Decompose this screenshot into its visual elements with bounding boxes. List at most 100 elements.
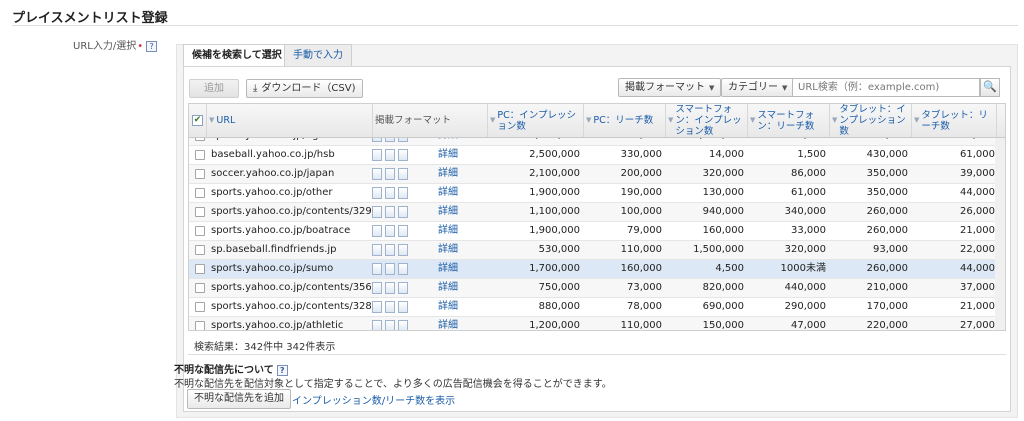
table-row[interactable]: sports.yahoo.co.jp/boatrace 詳細 1,900,000 79… <box>189 222 1005 241</box>
search-icon: 🔍 <box>983 80 997 93</box>
tab-impr-cell: 210,000 <box>866 282 908 293</box>
row-checkbox[interactable] <box>195 188 205 198</box>
text-ad-icon <box>372 206 382 218</box>
add-unknown-placements-button[interactable]: 不明な配信先を追加 <box>187 389 291 409</box>
detail-link[interactable]: 詳細 <box>438 146 478 164</box>
format-icons <box>372 301 408 313</box>
detail-link[interactable]: 詳細 <box>438 222 478 240</box>
row-checkbox[interactable] <box>195 226 205 236</box>
image-ad-icon <box>385 282 395 294</box>
add-button[interactable]: 追加 <box>189 79 239 98</box>
text-ad-icon <box>372 282 382 294</box>
tab-manual-input[interactable]: 手動で入力 <box>284 44 352 66</box>
pc-impr-cell: 1,200,000 <box>529 320 580 331</box>
col-tablet-reach-label: タブレット：リーチ数 <box>921 109 988 132</box>
col-pc-reach[interactable]: ▼ PC：リーチ数 <box>584 104 666 137</box>
row-checkbox[interactable] <box>195 283 205 293</box>
sp-reach-cell: 61,000 <box>791 187 826 198</box>
sort-icon: ▼ <box>750 116 756 124</box>
col-pc-impressions-label: PC：インプレッション数 <box>497 109 576 132</box>
col-pc-impressions[interactable]: ▼ PC：インプレッション数 <box>488 104 584 137</box>
row-checkbox[interactable] <box>195 138 205 141</box>
col-sp-reach[interactable]: ▼ スマートフォン：リーチ数 <box>748 104 830 137</box>
row-checkbox[interactable] <box>195 321 205 330</box>
image-ad-icon <box>385 263 395 275</box>
col-tablet-reach[interactable]: ▼ タブレット：リーチ数 <box>912 104 997 137</box>
tab-reach-cell: 27,000 <box>960 320 995 331</box>
table-row[interactable]: baseball.yahoo.co.jp/hsb 詳細 2,500,000 330,0… <box>189 146 1005 165</box>
detail-link[interactable]: 詳細 <box>438 298 478 316</box>
col-sp-impressions[interactable]: ▼ スマートフォン：インプレッション数 <box>666 104 748 137</box>
tab-reach-cell: 55,000 <box>912 138 995 145</box>
table-row[interactable]: sp.baseball.findfriends.jp 詳細 530,000 110,0… <box>189 241 1005 260</box>
row-checkbox[interactable] <box>195 264 205 274</box>
col-url[interactable]: ▼ URL <box>207 104 373 137</box>
download-csv-button[interactable]: ⤓ ダウンロード（CSV) <box>246 79 363 98</box>
pc-impr-cell: 880,000 <box>538 301 580 312</box>
show-impressions-reach-link[interactable]: インプレッション数/リーチ数を表示 <box>292 392 455 407</box>
table-rows: sports.yahoo.co.jp/figureskate 詳細 1,000,00… <box>189 138 1005 331</box>
detail-link[interactable]: 詳細 <box>438 260 478 278</box>
table-row[interactable]: sports.yahoo.co.jp/athletic 詳細 1,200,000 11… <box>189 317 1005 331</box>
detail-link[interactable]: 詳細 <box>438 165 478 183</box>
tab-search-select[interactable]: 候補を検索して選択 <box>183 44 291 67</box>
video-ad-icon <box>398 244 408 256</box>
detail-link[interactable]: 詳細 <box>438 317 478 330</box>
text-ad-icon <box>372 263 382 275</box>
table-scrollbar[interactable] <box>995 138 1005 330</box>
text-ad-icon <box>372 301 382 313</box>
select-all-checkbox[interactable]: ✔ <box>189 104 207 137</box>
row-checkbox[interactable] <box>195 169 205 179</box>
image-ad-icon <box>385 187 395 199</box>
category-dropdown[interactable]: カテゴリー ▼ <box>721 78 795 97</box>
tab-reach-cell: 21,000 <box>960 301 995 312</box>
sp-impr-cell: 690,000 <box>702 301 744 312</box>
sp-reach-cell: 230,000 <box>748 138 826 145</box>
table-row[interactable]: sports.yahoo.co.jp/other 詳細 1,900,000 190,0… <box>189 184 1005 203</box>
pc-reach-cell: 100,000 <box>620 206 662 217</box>
tab-reach-cell: 39,000 <box>960 168 995 179</box>
sp-reach-cell: 340,000 <box>784 206 826 217</box>
table-row[interactable]: sports.yahoo.co.jp/sumo 詳細 1,700,000 160,00… <box>189 260 1005 279</box>
detail-link[interactable]: 詳細 <box>438 241 478 259</box>
table-row[interactable]: sports.yahoo.co.jp/contents/3280 詳細 880,00… <box>189 298 1005 317</box>
video-ad-icon <box>398 320 408 330</box>
col-tablet-impressions[interactable]: ▼ タブレット：インプレッション数 <box>830 104 912 137</box>
table-row[interactable]: soccer.yahoo.co.jp/japan 詳細 2,100,000 200,0… <box>189 165 1005 184</box>
row-checkbox[interactable] <box>195 207 205 217</box>
row-checkbox[interactable] <box>195 150 205 160</box>
video-ad-icon <box>398 138 408 142</box>
page-title: プレイスメントリスト登録 <box>12 11 168 26</box>
help-icon[interactable]: ? <box>276 364 288 376</box>
download-icon: ⤓ <box>253 83 258 94</box>
tab-impr-cell: 350,000 <box>866 168 908 179</box>
video-ad-icon <box>398 225 408 237</box>
sp-impr-cell: 1,200,000 <box>666 138 744 145</box>
detail-link[interactable]: 詳細 <box>438 184 478 202</box>
tab-impr-cell: 430,000 <box>866 149 908 160</box>
detail-link[interactable]: 詳細 <box>438 138 478 145</box>
detail-link[interactable]: 詳細 <box>438 279 478 297</box>
image-ad-icon <box>385 320 395 330</box>
video-ad-icon <box>398 149 408 161</box>
text-ad-icon <box>372 187 382 199</box>
format-dropdown-label: 掲載フォーマット <box>625 82 705 93</box>
table-row[interactable]: sports.yahoo.co.jp/figureskate 詳細 1,000,00… <box>189 138 1005 146</box>
search-button[interactable]: 🔍 <box>980 78 1000 97</box>
table-row[interactable]: sports.yahoo.co.jp/contents/3296 詳細 1,100,… <box>189 203 1005 222</box>
help-icon[interactable]: ? <box>146 40 158 52</box>
url-search-input[interactable] <box>793 79 979 96</box>
sort-icon: ▼ <box>914 116 920 124</box>
row-checkbox[interactable] <box>195 302 205 312</box>
sp-reach-cell: 320,000 <box>784 244 826 255</box>
tab-impr-cell: 170,000 <box>866 301 908 312</box>
row-checkbox[interactable] <box>195 245 205 255</box>
format-icons <box>372 244 408 256</box>
detail-link[interactable]: 詳細 <box>438 203 478 221</box>
search-result-count: 検索結果：342件中 342件表示 <box>194 342 336 353</box>
tab-impr-cell: 260,000 <box>866 206 908 217</box>
format-dropdown[interactable]: 掲載フォーマット ▼ <box>618 78 722 97</box>
table-row[interactable]: sports.yahoo.co.jp/contents/3565 詳細 750,00… <box>189 279 1005 298</box>
col-sp-impressions-label: スマートフォン：インプレッション数 <box>675 104 742 137</box>
sort-icon: ▼ <box>209 116 215 124</box>
